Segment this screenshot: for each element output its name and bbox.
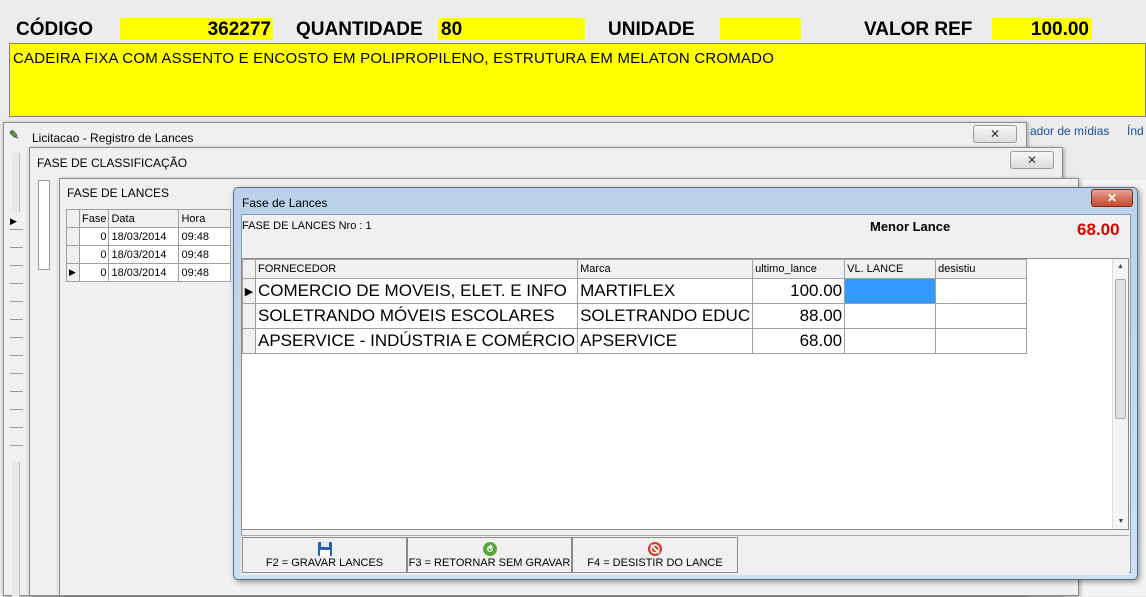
unidade-field[interactable] <box>720 18 801 40</box>
valor-ref-label: VALOR REF <box>864 19 973 40</box>
table-row[interactable]: ▶ 0 18/03/2014 09:48 <box>66 263 232 282</box>
dialog-close-button[interactable]: ✕ <box>1091 189 1133 207</box>
fase-lances-title: FASE DE LANCES <box>67 186 170 200</box>
cell-marca[interactable]: MARTIFLEX <box>577 278 754 304</box>
table-row[interactable]: 0 18/03/2014 09:48 <box>66 245 232 264</box>
retornar-sem-gravar-button[interactable]: F3 = RETORNAR SEM GRAVAR <box>407 537 572 573</box>
retornar-sem-gravar-label: F3 = RETORNAR SEM GRAVAR <box>408 557 571 569</box>
gravar-lances-label: F2 = GRAVAR LANCES <box>265 557 384 569</box>
quantidade-label: QUANTIDADE <box>296 19 423 40</box>
cell-ultimo-lance[interactable]: 88.00 <box>752 303 846 329</box>
menor-lance-label: Menor Lance <box>870 219 951 234</box>
codigo-label: CÓDIGO <box>16 19 94 40</box>
table-row[interactable]: APSERVICE - INDÚSTRIA E COMÉRCIO APSERVI… <box>242 328 1028 354</box>
col-fase: Fase <box>78 209 110 228</box>
cell: 09:48 <box>178 227 232 246</box>
cell: 18/03/2014 <box>108 263 180 282</box>
desistir-lance-button[interactable]: F4 = DESISTIR DO LANCE <box>572 537 738 573</box>
cell: 09:48 <box>178 245 232 264</box>
cell-marca[interactable]: SOLETRANDO EDUC <box>577 303 754 329</box>
cell-ultimo-lance[interactable]: 100.00 <box>752 278 846 304</box>
col-marca: Marca <box>577 259 754 279</box>
codigo-field[interactable]: 362277 <box>120 18 273 40</box>
return-arrow-icon <box>482 542 497 556</box>
col-data: Data <box>108 209 180 228</box>
cell: 09:48 <box>178 263 232 282</box>
scroll-up-icon[interactable]: ▲ <box>1113 263 1128 270</box>
cancel-icon <box>648 542 662 556</box>
cell-desistiu[interactable] <box>935 328 1028 354</box>
cell-ultimo-lance[interactable]: 68.00 <box>752 328 846 354</box>
description-box[interactable]: CADEIRA FIXA COM ASSENTO E ENCOSTO EM PO… <box>9 43 1146 117</box>
grid-scrollbar[interactable]: ▲ ▼ <box>1112 259 1128 529</box>
cell-marca[interactable]: APSERVICE <box>577 328 754 354</box>
col-fornecedor: FORNECEDOR <box>254 259 579 279</box>
cell: 18/03/2014 <box>108 227 180 246</box>
table-row[interactable]: ▶ COMERCIO DE MOVEIS, ELET. E INFO MARTI… <box>242 278 1028 304</box>
quantidade-field[interactable]: 80 <box>438 18 585 40</box>
cell-fornecedor[interactable]: APSERVICE - INDÚSTRIA E COMÉRCIO <box>254 328 579 354</box>
lances-grid: FORNECEDOR Marca ultimo_lance VL. LANCE … <box>242 259 1028 354</box>
midias-link[interactable]: ador de mídias <box>1030 124 1109 138</box>
col-ultimo-lance: ultimo_lance <box>752 259 846 279</box>
scroll-thumb[interactable] <box>1115 279 1126 419</box>
scroll-down-icon[interactable]: ▼ <box>1113 518 1129 525</box>
col-desistiu: desistiu <box>935 259 1028 279</box>
cell-desistiu[interactable] <box>935 303 1028 329</box>
licitacao-title: Licitacao - Registro de Lances <box>32 131 194 145</box>
row-pointer-icon: ▶ <box>242 278 256 304</box>
licitacao-close-button[interactable]: ✕ <box>973 125 1017 143</box>
fase-lances-table: Fase Data Hora 0 18/03/2014 09:48 0 18/0… <box>66 209 232 282</box>
cell-fornecedor[interactable]: SOLETRANDO MÓVEIS ESCOLARES <box>254 303 579 329</box>
cell: 0 <box>78 263 110 282</box>
valor-ref-field[interactable]: 100.00 <box>992 18 1092 40</box>
indicator-header <box>66 209 80 228</box>
gravar-lances-button[interactable]: F2 = GRAVAR LANCES <box>242 537 407 573</box>
cell: 0 <box>78 245 110 264</box>
cell-vl-lance[interactable] <box>844 278 937 304</box>
row-indicators: ▶ <box>10 212 23 462</box>
desistir-lance-label: F4 = DESISTIR DO LANCE <box>587 557 723 569</box>
table-row[interactable]: SOLETRANDO MÓVEIS ESCOLARES SOLETRANDO E… <box>242 303 1028 329</box>
cell: 18/03/2014 <box>108 245 180 264</box>
ind-link[interactable]: Índ <box>1127 124 1144 138</box>
table-row[interactable]: 0 18/03/2014 09:48 <box>66 227 232 246</box>
fase-nro-label: FASE DE LANCES Nro : 1 <box>242 220 372 232</box>
row-indicator <box>242 328 256 354</box>
dialog-title: Fase de Lances <box>242 196 328 210</box>
floppy-disk-icon <box>317 542 332 556</box>
classificacao-title: FASE DE CLASSIFICAÇÃO <box>37 156 188 170</box>
cell-fornecedor[interactable]: COMERCIO DE MOVEIS, ELET. E INFO <box>254 278 579 304</box>
cell-desistiu[interactable] <box>935 278 1028 304</box>
col-hora: Hora <box>178 209 232 228</box>
unidade-label: UNIDADE <box>608 19 695 40</box>
app-icon: ✎ <box>9 128 20 142</box>
cell-vl-lance[interactable] <box>844 303 937 329</box>
classificacao-close-button[interactable]: ✕ <box>1010 151 1054 169</box>
classificacao-grid-edge <box>38 180 50 270</box>
cell-vl-lance[interactable] <box>844 328 937 354</box>
col-vl-lance: VL. LANCE <box>844 259 937 279</box>
menor-lance-value: 68.00 <box>1077 220 1120 239</box>
indicator-header <box>242 259 256 279</box>
row-indicator <box>242 303 256 329</box>
cell: 0 <box>78 227 110 246</box>
